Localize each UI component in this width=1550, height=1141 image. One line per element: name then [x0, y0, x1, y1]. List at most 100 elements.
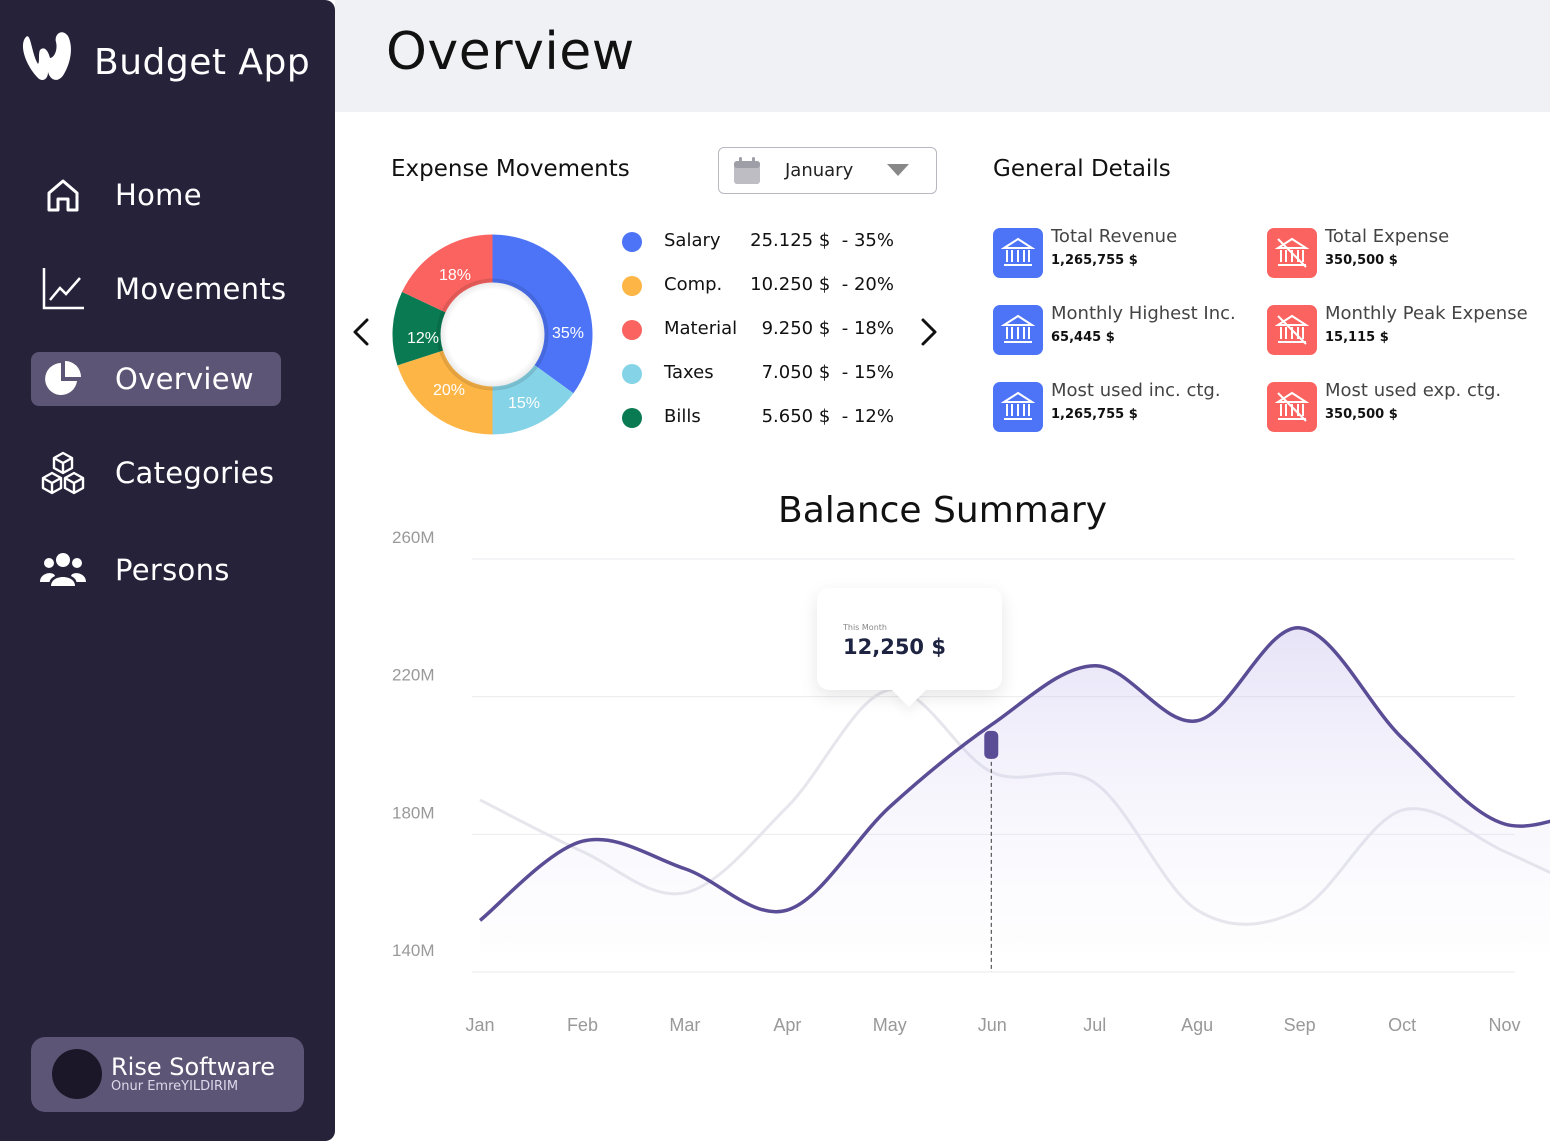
detail-monthly-highest-inc: Monthly Highest Inc. 65,445 $ [993, 303, 1263, 357]
expense-donut-chart: 35% 15% 20% 12% 18% [392, 234, 593, 435]
x-tick-label: May [873, 1015, 907, 1035]
next-arrow-button[interactable] [913, 312, 943, 352]
pie-chart-icon [39, 355, 87, 403]
x-tick-label: Agu [1181, 1015, 1213, 1035]
x-tick-label: Mar [669, 1015, 700, 1035]
detail-value: 350,500 $ [1325, 407, 1398, 422]
legend-value: 25.125 $ - 35% [750, 230, 894, 251]
legend-dot [622, 320, 642, 340]
tooltip-value: 12,250 $ [843, 635, 946, 659]
page-title: Overview [386, 22, 635, 82]
legend-name: Bills [664, 406, 701, 427]
detail-most-used-inc-ctg: Most used inc. ctg. 1,265,755 $ [993, 380, 1263, 434]
legend-item-material: Material 9.250 $ - 18% [622, 315, 902, 345]
donut-label-comp: 20% [433, 382, 465, 399]
x-tick-label: Jul [1083, 1015, 1106, 1035]
cubes-icon [39, 449, 87, 497]
chevron-right-icon [921, 318, 937, 346]
sidebar-item-label: Persons [115, 553, 230, 587]
sidebar-item-persons[interactable]: Persons [31, 543, 281, 597]
sidebar-item-overview[interactable]: Overview [31, 352, 281, 406]
detail-total-expense: Total Expense 350,500 $ [1267, 226, 1537, 280]
sidebar-item-label: Categories [115, 456, 275, 490]
legend-dot [622, 276, 642, 296]
legend-name: Material [664, 318, 738, 339]
x-tick-label: Sep [1284, 1015, 1316, 1035]
legend-name: Salary [664, 230, 721, 251]
detail-label: Most used inc. ctg. [1051, 380, 1221, 401]
donut-hole-shadow [436, 278, 549, 391]
legend-value: 10.250 $ - 20% [750, 274, 894, 295]
general-details-title: General Details [993, 156, 1171, 182]
sidebar-item-label: Movements [115, 272, 287, 306]
legend-name: Taxes [664, 362, 714, 383]
profile-name: Rise Software [111, 1053, 276, 1081]
tooltip-label: This Month [843, 623, 887, 632]
month-select[interactable]: January [718, 147, 937, 194]
brand[interactable]: Budget App [18, 28, 310, 96]
legend-dot [622, 364, 642, 384]
sidebar: Budget App Home Movements Overview Categ… [0, 0, 335, 1141]
legend-name: Comp. [664, 274, 723, 295]
bank-off-icon [1267, 228, 1317, 278]
detail-label: Monthly Highest Inc. [1051, 303, 1236, 324]
calendar-icon [734, 157, 760, 184]
users-icon [39, 546, 87, 594]
detail-label: Most used exp. ctg. [1325, 380, 1502, 401]
x-tick-label: Jan [465, 1015, 494, 1035]
legend-value: 7.050 $ - 15% [761, 362, 894, 383]
x-tick-label: Apr [773, 1015, 801, 1035]
bank-icon [993, 305, 1043, 355]
sidebar-item-home[interactable]: Home [31, 168, 281, 222]
avatar [52, 1049, 102, 1099]
chart-tooltip: This Month 12,250 $ [817, 588, 1002, 690]
detail-total-revenue: Total Revenue 1,265,755 $ [993, 226, 1263, 280]
detail-label: Total Revenue [1051, 226, 1178, 247]
highlight-marker[interactable] [984, 730, 999, 759]
legend-value: 5.650 $ - 12% [761, 406, 894, 427]
profile-card[interactable]: Rise Software Onur EmreYILDIRIM [31, 1037, 304, 1112]
y-tick-label: 260M [392, 528, 435, 547]
donut-label-bills: 12% [407, 330, 439, 347]
donut-label-taxes: 15% [508, 395, 540, 412]
legend-value: 9.250 $ - 18% [761, 318, 894, 339]
detail-monthly-peak-expense: Monthly Peak Expense 15,115 $ [1267, 303, 1537, 357]
y-tick-label: 180M [392, 803, 435, 822]
app-logo-icon [22, 32, 71, 80]
detail-value: 1,265,755 $ [1051, 253, 1138, 268]
donut-label-material: 18% [439, 267, 471, 284]
y-tick-label: 220M [392, 666, 435, 685]
expense-movements-title: Expense Movements [391, 156, 630, 182]
sidebar-item-label: Overview [115, 362, 254, 396]
legend-item-salary: Salary 25.125 $ - 35% [622, 227, 902, 257]
bank-off-icon [1267, 305, 1317, 355]
x-tick-label: Feb [567, 1015, 598, 1035]
chevron-down-icon [887, 164, 909, 176]
x-tick-label: Nov [1489, 1015, 1521, 1035]
detail-value: 350,500 $ [1325, 253, 1398, 268]
detail-label: Monthly Peak Expense [1325, 303, 1528, 324]
month-select-value: January [785, 160, 854, 181]
prev-arrow-button[interactable] [347, 312, 377, 352]
sidebar-item-categories[interactable]: Categories [31, 446, 281, 500]
home-icon [39, 171, 87, 219]
bank-off-icon [1267, 382, 1317, 432]
sidebar-item-label: Home [115, 178, 202, 212]
chevron-left-icon [353, 318, 369, 346]
legend-item-bills: Bills 5.650 $ - 12% [622, 403, 902, 433]
detail-value: 65,445 $ [1051, 330, 1115, 345]
legend-item-taxes: Taxes 7.050 $ - 15% [622, 359, 902, 389]
legend-item-comp: Comp. 10.250 $ - 20% [622, 271, 902, 301]
x-tick-label: Jun [978, 1015, 1007, 1035]
detail-label: Total Expense [1325, 226, 1450, 247]
legend-dot [622, 232, 642, 252]
bank-icon [993, 228, 1043, 278]
y-tick-label: 140M [392, 941, 435, 960]
header: Overview [335, 0, 1550, 112]
detail-most-used-exp-ctg: Most used exp. ctg. 350,500 $ [1267, 380, 1537, 434]
profile-subtitle: Onur EmreYILDIRIM [111, 1079, 239, 1094]
app-name: Budget App [94, 41, 311, 83]
chart-line-icon [39, 265, 87, 313]
sidebar-item-movements[interactable]: Movements [31, 262, 286, 316]
bank-icon [993, 382, 1043, 432]
